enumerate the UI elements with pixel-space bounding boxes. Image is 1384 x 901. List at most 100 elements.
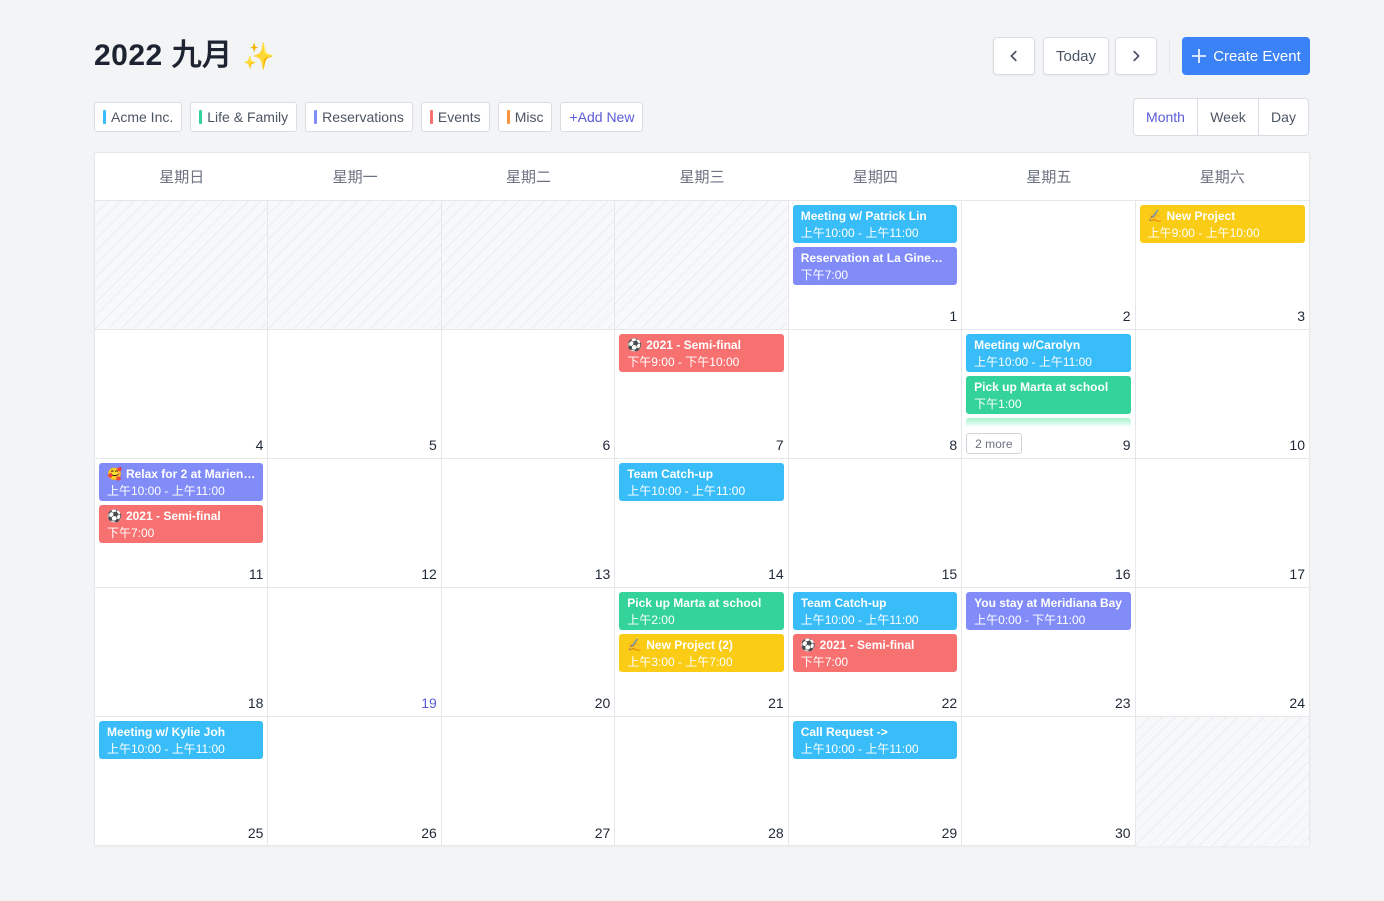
event-chip[interactable]: You stay at Meridiana Bay 上午0:00 - 下午11:0…	[966, 592, 1131, 630]
day-cell[interactable]: 12	[268, 459, 442, 588]
event-title-text: 2021 - Semi-final	[646, 338, 741, 352]
month-title: 2022 九月	[94, 39, 233, 72]
event-title: ⚽ 2021 - Semi-final	[107, 508, 255, 524]
category-tag-events[interactable]: Events	[420, 102, 490, 132]
event-title-text: New Project	[1166, 209, 1236, 223]
next-month-button[interactable]	[1115, 37, 1157, 75]
day-cell[interactable]: Pick up Marta at school 上午2:00 ✍️ New Proje…	[615, 588, 789, 717]
event-chip[interactable]: Meeting w/ Kylie Joh 上午10:00 - 上午11:00	[99, 721, 264, 759]
day-cell[interactable]: 16	[962, 459, 1136, 588]
event-time: 上午10:00 - 上午11:00	[800, 613, 919, 627]
event-title-text: Relax for 2 at Marienbad	[125, 467, 256, 481]
event-title-text: Team Catch-up	[800, 596, 887, 610]
day-number: 7	[775, 437, 784, 453]
event-chip[interactable]: ⚽ 2021 - Semi-final 下午9:00 - 下午10:00	[619, 334, 784, 372]
event-chip[interactable]: Pick up Marta at school 下午1:00	[966, 376, 1131, 414]
event-chip[interactable]: ✍️ New Project (2) 上午3:00 - 上午7:00	[619, 634, 784, 672]
day-cell[interactable]: 8	[788, 330, 963, 459]
day-cell[interactable]: 6	[441, 330, 616, 459]
sparkle-icon: ✨	[242, 41, 276, 71]
day-number: 23	[1114, 695, 1131, 711]
day-number: 6	[602, 437, 611, 453]
day-cell[interactable]: 15	[788, 459, 963, 588]
event-chip[interactable]: Call Request -> 上午10:00 - 上午11:00	[792, 721, 958, 759]
day-cell[interactable]: Meeting w/ Kylie Joh 上午10:00 - 上午11:00 25	[95, 717, 269, 846]
event-title: ⚽ 2021 - Semi-final	[801, 637, 949, 653]
event-time: 上午10:00 - 上午11:00	[627, 484, 746, 498]
outside-month-cell	[95, 201, 269, 330]
day-cell[interactable]: 13	[441, 459, 616, 588]
day-cell[interactable]: 2	[962, 201, 1136, 330]
day-cell[interactable]: Meeting w/ Patrick Lin 上午10:00 - 上午11:00 R…	[788, 201, 963, 330]
event-title-text: Pick up Marta at school	[974, 380, 1109, 394]
event-title: Call Request ->	[801, 724, 949, 740]
day-cell[interactable]: 26	[268, 717, 442, 846]
view-week-button[interactable]: Week	[1198, 99, 1259, 135]
category-tag-acme-inc[interactable]: Acme Inc.	[94, 102, 183, 132]
day-cell[interactable]: You stay at Meridiana Bay 上午0:00 - 下午11:0…	[962, 588, 1136, 717]
day-cell[interactable]: 10	[1135, 330, 1309, 459]
category-tag-reservations[interactable]: Reservations	[305, 102, 413, 132]
event-chip[interactable]: Meeting w/ Patrick Lin 上午10:00 - 上午11:00	[792, 205, 958, 243]
day-cell[interactable]: 4	[95, 330, 269, 459]
previous-month-button[interactable]	[993, 37, 1035, 75]
category-tag-life-family[interactable]: Life & Family	[190, 102, 298, 132]
event-emoji-icon: ✍️	[627, 638, 643, 652]
day-cell[interactable]: 🥰 Relax for 2 at Marienbad 上午10:00 - 上午11:…	[95, 459, 269, 588]
event-time: 上午10:00 - 上午11:00	[800, 226, 919, 240]
category-tag-label: Misc	[514, 109, 544, 125]
day-cell[interactable]: 30	[962, 717, 1136, 846]
event-chip[interactable]: Team Catch-up 上午10:00 - 上午11:00	[619, 463, 784, 501]
event-time: 上午9:00 - 上午10:00	[1147, 226, 1260, 240]
hidden-event-peek	[966, 418, 1131, 426]
event-title: 🥰 Relax for 2 at Marienbad	[107, 466, 255, 482]
add-category-button[interactable]: +Add New	[560, 102, 644, 132]
day-cell[interactable]: Call Request -> 上午10:00 - 上午11:00 29	[789, 717, 963, 846]
today-button[interactable]: Today	[1043, 37, 1109, 75]
event-time: 下午7:00	[800, 268, 849, 282]
day-cell[interactable]: 5	[268, 330, 442, 459]
month-calendar: 星期日 星期一 星期二 星期三 星期四 星期五 星期六 Meeting w/ Patrick…	[94, 152, 1310, 846]
event-chip[interactable]: 🥰 Relax for 2 at Marienbad 上午10:00 - 上午11:…	[99, 463, 264, 501]
event-time: 上午10:00 - 上午11:00	[107, 742, 225, 756]
day-number: 4	[255, 437, 264, 453]
event-chip[interactable]: Pick up Marta at school 上午2:00	[619, 592, 784, 630]
day-cell[interactable]: 24	[1135, 588, 1309, 717]
outside-month-cell	[1135, 717, 1309, 846]
event-title: ✍️ New Project (2)	[627, 637, 775, 653]
view-month-button[interactable]: Month	[1134, 99, 1198, 135]
day-cell[interactable]: 27	[442, 717, 616, 846]
event-title: Meeting w/ Patrick Lin	[801, 208, 949, 224]
event-chip[interactable]: ✍️ New Project 上午9:00 - 上午10:00	[1139, 205, 1305, 243]
create-event-label: Create Event	[1213, 47, 1301, 65]
day-cell[interactable]: 19	[268, 588, 442, 717]
category-tag-misc[interactable]: Misc	[497, 102, 553, 132]
event-chip[interactable]: Reservation at La Ginestre 下午7:00	[792, 247, 958, 285]
day-number: 28	[768, 825, 784, 841]
event-title-text: Team Catch-up	[627, 467, 714, 481]
day-number: 9	[1122, 437, 1131, 453]
day-cell[interactable]: Meeting w/Carolyn 上午10:00 - 上午11:00 Pick u…	[962, 330, 1136, 459]
day-number: 29	[941, 825, 958, 841]
category-color-marker	[314, 110, 318, 124]
day-cell[interactable]: Team Catch-up 上午10:00 - 上午11:00 ⚽ 2021 - Se…	[788, 588, 963, 717]
category-color-marker	[429, 110, 433, 124]
more-events-button[interactable]: 2 more	[966, 433, 1022, 454]
day-cell[interactable]: ⚽ 2021 - Semi-final 下午9:00 - 下午10:00 7	[615, 330, 789, 459]
day-cell[interactable]: 17	[1135, 459, 1309, 588]
event-chip[interactable]: ⚽ 2021 - Semi-final 下午7:00	[792, 634, 958, 672]
event-chip[interactable]: Team Catch-up 上午10:00 - 上午11:00	[792, 592, 958, 630]
event-time: 下午9:00 - 下午10:00	[627, 355, 740, 369]
day-cell[interactable]: ✍️ New Project 上午9:00 - 上午10:00 3	[1135, 201, 1309, 330]
day-cell[interactable]: 28	[615, 717, 789, 846]
view-day-button[interactable]: Day	[1259, 99, 1308, 135]
day-cell[interactable]: 18	[95, 588, 269, 717]
event-chip[interactable]: Meeting w/Carolyn 上午10:00 - 上午11:00	[966, 334, 1131, 372]
day-cell[interactable]: Team Catch-up 上午10:00 - 上午11:00 14	[615, 459, 789, 588]
day-cell[interactable]: 20	[441, 588, 616, 717]
event-time: 上午10:00 - 上午11:00	[974, 355, 1092, 369]
event-chip[interactable]: ⚽ 2021 - Semi-final 下午7:00	[99, 505, 264, 543]
category-color-marker	[103, 110, 106, 124]
weekday-label: 星期四	[852, 169, 898, 186]
create-event-button[interactable]: Create Event	[1182, 37, 1310, 75]
